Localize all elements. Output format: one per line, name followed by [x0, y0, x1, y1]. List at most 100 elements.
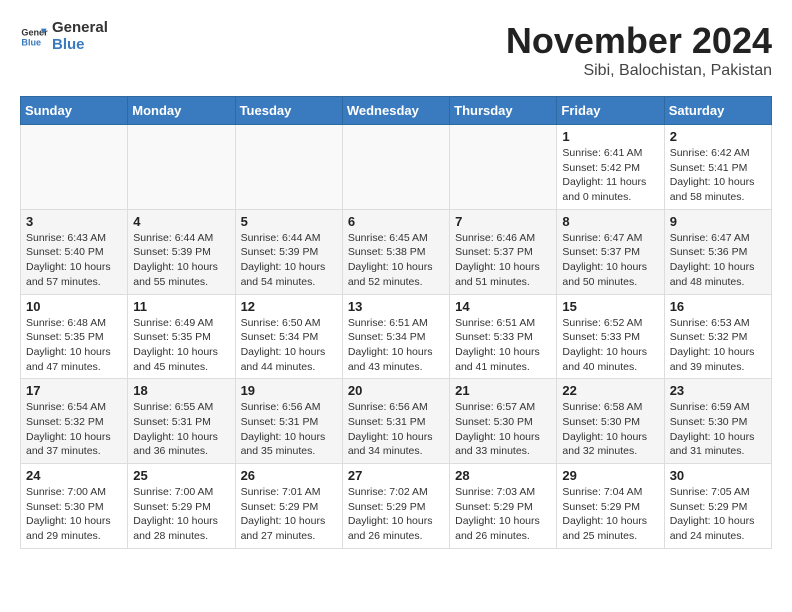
day-info: Sunrise: 7:02 AM Sunset: 5:29 PM Dayligh…	[348, 485, 444, 544]
day-number: 8	[562, 214, 658, 229]
weekday-header-thursday: Thursday	[450, 97, 557, 125]
day-number: 26	[241, 468, 337, 483]
calendar-cell: 19 Sunrise: 6:56 AM Sunset: 5:31 PM Dayli…	[235, 379, 342, 464]
month-title: November 2024	[506, 20, 772, 62]
weekday-header-row: SundayMondayTuesdayWednesdayThursdayFrid…	[21, 97, 772, 125]
day-info: Sunrise: 6:52 AM Sunset: 5:33 PM Dayligh…	[562, 316, 658, 375]
calendar-week-row: 24 Sunrise: 7:00 AM Sunset: 5:30 PM Dayli…	[21, 464, 772, 549]
calendar-cell: 2 Sunrise: 6:42 AM Sunset: 5:41 PM Daylig…	[664, 125, 771, 210]
calendar-cell: 29Sunrise: 7:04 AM Sunset: 5:29 PM Dayli…	[557, 464, 664, 549]
calendar-week-row: 3Sunrise: 6:43 AM Sunset: 5:40 PM Daylig…	[21, 209, 772, 294]
calendar-cell: 18 Sunrise: 6:55 AM Sunset: 5:31 PM Dayli…	[128, 379, 235, 464]
day-info: Sunrise: 6:47 AM Sunset: 5:36 PM Dayligh…	[670, 231, 766, 290]
day-number: 27	[348, 468, 444, 483]
day-number: 23	[670, 383, 766, 398]
day-number: 29	[562, 468, 658, 483]
logo-icon: General Blue	[20, 23, 48, 51]
calendar-cell: 14 Sunrise: 6:51 AM Sunset: 5:33 PM Dayli…	[450, 294, 557, 379]
day-number: 1	[562, 129, 658, 144]
day-number: 30	[670, 468, 766, 483]
calendar-cell: 4Sunrise: 6:44 AM Sunset: 5:39 PM Daylig…	[128, 209, 235, 294]
calendar-cell: 3Sunrise: 6:43 AM Sunset: 5:40 PM Daylig…	[21, 209, 128, 294]
day-info: Sunrise: 6:45 AM Sunset: 5:38 PM Dayligh…	[348, 231, 444, 290]
day-info: Sunrise: 6:44 AM Sunset: 5:39 PM Dayligh…	[133, 231, 229, 290]
location-subtitle: Sibi, Balochistan, Pakistan	[506, 62, 772, 80]
day-info: Sunrise: 7:03 AM Sunset: 5:29 PM Dayligh…	[455, 485, 551, 544]
calendar-week-row: 10 Sunrise: 6:48 AM Sunset: 5:35 PM Dayli…	[21, 294, 772, 379]
day-number: 7	[455, 214, 551, 229]
calendar-cell: 9 Sunrise: 6:47 AM Sunset: 5:36 PM Daylig…	[664, 209, 771, 294]
day-number: 14	[455, 299, 551, 314]
calendar-cell: 7 Sunrise: 6:46 AM Sunset: 5:37 PM Daylig…	[450, 209, 557, 294]
day-number: 5	[241, 214, 337, 229]
day-info: Sunrise: 6:55 AM Sunset: 5:31 PM Dayligh…	[133, 400, 229, 459]
calendar-cell: 20Sunrise: 6:56 AM Sunset: 5:31 PM Dayli…	[342, 379, 449, 464]
day-number: 25	[133, 468, 229, 483]
weekday-header-saturday: Saturday	[664, 97, 771, 125]
calendar-cell: 28 Sunrise: 7:03 AM Sunset: 5:29 PM Dayli…	[450, 464, 557, 549]
day-info: Sunrise: 6:58 AM Sunset: 5:30 PM Dayligh…	[562, 400, 658, 459]
title-block: November 2024 Sibi, Balochistan, Pakista…	[506, 20, 772, 80]
calendar-cell	[342, 125, 449, 210]
day-info: Sunrise: 6:56 AM Sunset: 5:31 PM Dayligh…	[241, 400, 337, 459]
calendar-cell	[21, 125, 128, 210]
day-info: Sunrise: 6:46 AM Sunset: 5:37 PM Dayligh…	[455, 231, 551, 290]
calendar-cell: 23 Sunrise: 6:59 AM Sunset: 5:30 PM Dayli…	[664, 379, 771, 464]
calendar-cell	[235, 125, 342, 210]
day-info: Sunrise: 6:49 AM Sunset: 5:35 PM Dayligh…	[133, 316, 229, 375]
day-number: 6	[348, 214, 444, 229]
day-info: Sunrise: 7:00 AM Sunset: 5:30 PM Dayligh…	[26, 485, 122, 544]
calendar-cell: 16 Sunrise: 6:53 AM Sunset: 5:32 PM Dayli…	[664, 294, 771, 379]
calendar-cell: 15 Sunrise: 6:52 AM Sunset: 5:33 PM Dayli…	[557, 294, 664, 379]
calendar-cell: 10 Sunrise: 6:48 AM Sunset: 5:35 PM Dayli…	[21, 294, 128, 379]
calendar-cell: 22 Sunrise: 6:58 AM Sunset: 5:30 PM Dayli…	[557, 379, 664, 464]
calendar-cell: 30 Sunrise: 7:05 AM Sunset: 5:29 PM Dayli…	[664, 464, 771, 549]
calendar-week-row: 17Sunrise: 6:54 AM Sunset: 5:32 PM Dayli…	[21, 379, 772, 464]
day-number: 18	[133, 383, 229, 398]
day-number: 19	[241, 383, 337, 398]
day-number: 13	[348, 299, 444, 314]
calendar-cell: 11 Sunrise: 6:49 AM Sunset: 5:35 PM Dayli…	[128, 294, 235, 379]
day-info: Sunrise: 6:44 AM Sunset: 5:39 PM Dayligh…	[241, 231, 337, 290]
day-number: 21	[455, 383, 551, 398]
logo: General Blue General Blue	[20, 20, 108, 53]
day-info: Sunrise: 6:54 AM Sunset: 5:32 PM Dayligh…	[26, 400, 122, 459]
day-info: Sunrise: 6:48 AM Sunset: 5:35 PM Dayligh…	[26, 316, 122, 375]
weekday-header-friday: Friday	[557, 97, 664, 125]
logo-general-text: General	[52, 20, 108, 37]
day-info: Sunrise: 7:00 AM Sunset: 5:29 PM Dayligh…	[133, 485, 229, 544]
day-number: 15	[562, 299, 658, 314]
calendar-cell: 6 Sunrise: 6:45 AM Sunset: 5:38 PM Daylig…	[342, 209, 449, 294]
day-info: Sunrise: 6:50 AM Sunset: 5:34 PM Dayligh…	[241, 316, 337, 375]
day-number: 10	[26, 299, 122, 314]
day-info: Sunrise: 6:53 AM Sunset: 5:32 PM Dayligh…	[670, 316, 766, 375]
day-number: 11	[133, 299, 229, 314]
day-number: 22	[562, 383, 658, 398]
day-info: Sunrise: 6:42 AM Sunset: 5:41 PM Dayligh…	[670, 146, 766, 205]
weekday-header-tuesday: Tuesday	[235, 97, 342, 125]
day-info: Sunrise: 7:01 AM Sunset: 5:29 PM Dayligh…	[241, 485, 337, 544]
day-number: 28	[455, 468, 551, 483]
day-number: 9	[670, 214, 766, 229]
day-number: 2	[670, 129, 766, 144]
calendar-cell: 8 Sunrise: 6:47 AM Sunset: 5:37 PM Daylig…	[557, 209, 664, 294]
calendar-week-row: 1Sunrise: 6:41 AM Sunset: 5:42 PM Daylig…	[21, 125, 772, 210]
calendar-cell: 21 Sunrise: 6:57 AM Sunset: 5:30 PM Dayli…	[450, 379, 557, 464]
day-number: 24	[26, 468, 122, 483]
page-header: General Blue General Blue November 2024 …	[20, 20, 772, 80]
day-info: Sunrise: 6:51 AM Sunset: 5:33 PM Dayligh…	[455, 316, 551, 375]
day-info: Sunrise: 6:47 AM Sunset: 5:37 PM Dayligh…	[562, 231, 658, 290]
calendar-cell: 25 Sunrise: 7:00 AM Sunset: 5:29 PM Dayli…	[128, 464, 235, 549]
calendar-cell: 26 Sunrise: 7:01 AM Sunset: 5:29 PM Dayli…	[235, 464, 342, 549]
calendar-cell: 1Sunrise: 6:41 AM Sunset: 5:42 PM Daylig…	[557, 125, 664, 210]
calendar-table: SundayMondayTuesdayWednesdayThursdayFrid…	[20, 96, 772, 549]
day-info: Sunrise: 7:05 AM Sunset: 5:29 PM Dayligh…	[670, 485, 766, 544]
day-info: Sunrise: 6:59 AM Sunset: 5:30 PM Dayligh…	[670, 400, 766, 459]
weekday-header-monday: Monday	[128, 97, 235, 125]
svg-text:Blue: Blue	[21, 37, 41, 47]
calendar-cell	[450, 125, 557, 210]
calendar-cell: 24 Sunrise: 7:00 AM Sunset: 5:30 PM Dayli…	[21, 464, 128, 549]
day-info: Sunrise: 6:57 AM Sunset: 5:30 PM Dayligh…	[455, 400, 551, 459]
weekday-header-wednesday: Wednesday	[342, 97, 449, 125]
day-number: 16	[670, 299, 766, 314]
